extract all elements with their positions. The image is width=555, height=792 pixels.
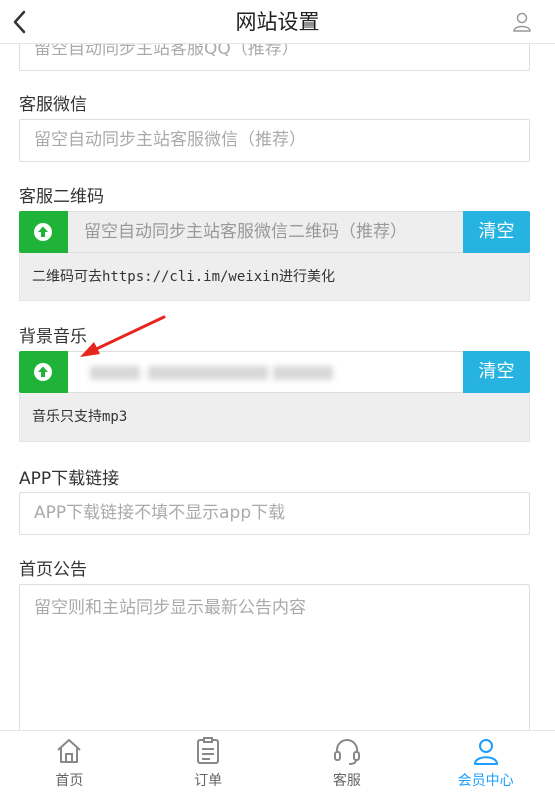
wechat-field[interactable]: 留空自动同步主站客服微信（推荐） — [19, 119, 530, 162]
home-icon — [57, 739, 82, 763]
blurred-url — [273, 366, 333, 380]
clipboard-icon — [197, 737, 220, 764]
music-clear-button[interactable]: 清空 — [463, 351, 530, 393]
tab-home[interactable]: 首页 — [0, 731, 139, 792]
music-note: 音乐只支持mp3 — [19, 393, 530, 442]
qrcode-note: 二维码可去https://cli.im/weixin进行美化 — [19, 253, 530, 301]
notice-label: 首页公告 — [19, 560, 87, 580]
tab-label: 首页 — [55, 773, 84, 789]
qrcode-field[interactable]: 留空自动同步主站客服微信二维码（推荐） — [68, 211, 464, 253]
tab-support[interactable]: 客服 — [278, 731, 417, 792]
bottom-tab-bar: 首页 订单 客服 会员中心 — [0, 730, 555, 792]
app-link-label: APP下载链接 — [19, 469, 120, 489]
qrcode-label: 客服二维码 — [19, 187, 104, 207]
tab-orders[interactable]: 订单 — [139, 731, 278, 792]
tab-label: 客服 — [332, 773, 361, 789]
user-icon — [473, 739, 498, 765]
user-icon[interactable] — [511, 11, 533, 33]
qrcode-upload-button[interactable] — [19, 211, 68, 253]
headset-icon — [333, 739, 360, 765]
music-upload-button[interactable] — [19, 351, 68, 393]
app-link-field[interactable]: APP下载链接不填不显示app下载 — [19, 492, 530, 535]
upload-arrow-icon — [34, 363, 52, 381]
wechat-label: 客服微信 — [19, 95, 87, 115]
qrcode-clear-button[interactable]: 清空 — [463, 211, 530, 253]
tab-label: 会员中心 — [457, 773, 514, 789]
settings-form: 留空自动同步主站客服QQ（推荐） 客服微信 留空自动同步主站客服微信（推荐） 客… — [0, 0, 555, 730]
tab-label: 订单 — [194, 773, 223, 789]
upload-arrow-icon — [34, 223, 52, 241]
notice-field[interactable]: 留空则和主站同步显示最新公告内容 — [19, 584, 530, 730]
page-title: 网站设置 — [235, 10, 320, 34]
top-nav-bar: 网站设置 — [0, 0, 555, 44]
tab-member-center[interactable]: 会员中心 — [416, 731, 555, 792]
blurred-url — [90, 366, 140, 380]
qrcode-upload-row: 留空自动同步主站客服微信二维码（推荐） 清空 — [19, 211, 530, 253]
red-arrow-annotation — [80, 315, 166, 357]
blurred-url — [148, 366, 268, 380]
